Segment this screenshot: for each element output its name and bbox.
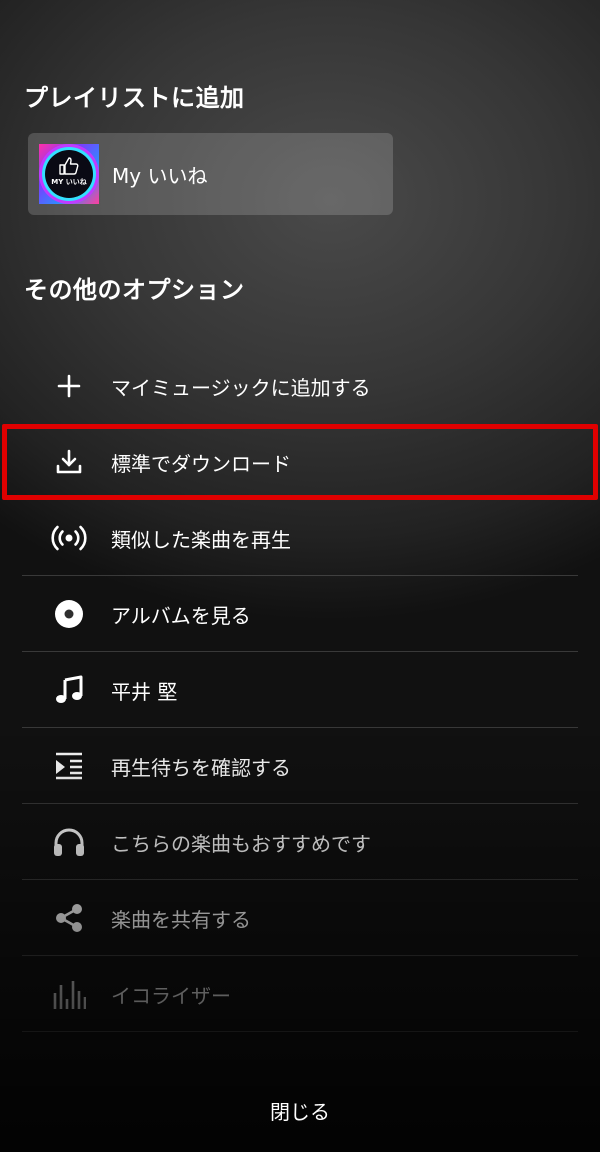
divider xyxy=(22,1031,578,1032)
menu-item-label: 楽曲を共有する xyxy=(111,907,251,932)
menu-item-label: マイミュージックに追加する xyxy=(111,375,371,400)
playlist-thumbnail: MY いいね xyxy=(39,144,99,204)
menu-item-label: アルバムを見る xyxy=(111,603,251,628)
menu-item-label: 平井 堅 xyxy=(111,679,178,704)
menu-item-label: 再生待ちを確認する xyxy=(111,755,291,780)
headphones-icon xyxy=(50,823,88,861)
thumbnail-text: MY いいね xyxy=(51,178,87,186)
menu-item-equalizer[interactable]: イコライザー xyxy=(0,956,600,1032)
broadcast-icon xyxy=(50,519,88,557)
playlist-name: My いいね xyxy=(112,163,208,188)
menu-item-add-to-my-music[interactable]: マイミュージックに追加する xyxy=(0,348,600,424)
playlist-card-my-likes[interactable]: MY いいね My いいね xyxy=(28,133,393,215)
menu-item-recommended-songs[interactable]: こちらの楽曲もおすすめです xyxy=(0,804,600,880)
options-sheet: プレイリストに追加 MY いいね My いいね その他のオプション マイミュージ… xyxy=(0,0,600,1152)
menu-item-download-standard[interactable]: 標準でダウンロード xyxy=(0,424,600,500)
menu-item-share-song[interactable]: 楽曲を共有する xyxy=(0,880,600,956)
album-disc-icon xyxy=(50,595,88,633)
options-menu: マイミュージックに追加する 標準でダウンロード 類似した楽曲を再生 アルバムを見… xyxy=(0,348,600,1032)
music-note-icon xyxy=(50,671,88,709)
thumbs-up-icon xyxy=(59,157,79,175)
plus-icon xyxy=(50,367,88,405)
menu-item-label: 標準でダウンロード xyxy=(111,451,291,476)
other-options-heading: その他のオプション xyxy=(24,276,245,304)
download-icon xyxy=(50,443,88,481)
equalizer-icon xyxy=(50,975,88,1013)
menu-item-play-similar[interactable]: 類似した楽曲を再生 xyxy=(0,500,600,576)
menu-item-label: こちらの楽曲もおすすめです xyxy=(111,831,371,856)
menu-item-label: 類似した楽曲を再生 xyxy=(111,527,291,552)
menu-item-check-queue[interactable]: 再生待ちを確認する xyxy=(0,728,600,804)
share-icon xyxy=(50,899,88,937)
add-to-playlist-heading: プレイリストに追加 xyxy=(24,84,245,112)
menu-item-artist[interactable]: 平井 堅 xyxy=(0,652,600,728)
queue-icon xyxy=(50,747,88,785)
close-button[interactable]: 閉じる xyxy=(0,1096,600,1125)
menu-item-view-album[interactable]: アルバムを見る xyxy=(0,576,600,652)
menu-item-label: イコライザー xyxy=(111,983,231,1008)
